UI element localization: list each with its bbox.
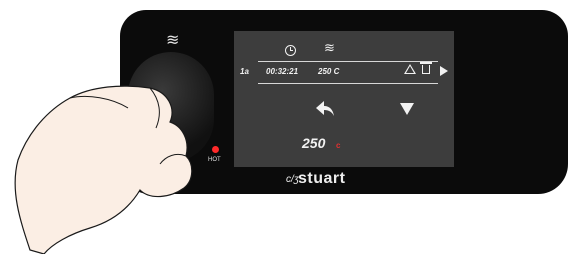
down-arrow-icon[interactable] bbox=[400, 103, 414, 115]
temperature-unit: c bbox=[336, 141, 341, 150]
brand-name: stuart bbox=[298, 170, 346, 187]
divider bbox=[258, 61, 438, 62]
program-id: 1a bbox=[240, 67, 249, 76]
program-time: 00:32:21 bbox=[266, 67, 299, 76]
divider bbox=[258, 83, 438, 84]
current-temperature: 250 bbox=[302, 135, 326, 151]
clock-icon[interactable] bbox=[285, 45, 296, 56]
program-temperature: 250 C bbox=[318, 67, 340, 76]
trash-icon[interactable] bbox=[420, 62, 432, 74]
display-screen: ≋ 1a 00:32:21 250 C 250 c bbox=[234, 31, 454, 167]
play-icon[interactable] bbox=[440, 66, 448, 76]
hand-illustration bbox=[14, 85, 193, 254]
brand-logo-mark: c/ʒ bbox=[286, 174, 299, 185]
heat-waves-icon[interactable]: ≋ bbox=[324, 41, 335, 56]
back-arrow-icon[interactable] bbox=[314, 99, 336, 119]
warning-icon[interactable] bbox=[404, 64, 416, 74]
